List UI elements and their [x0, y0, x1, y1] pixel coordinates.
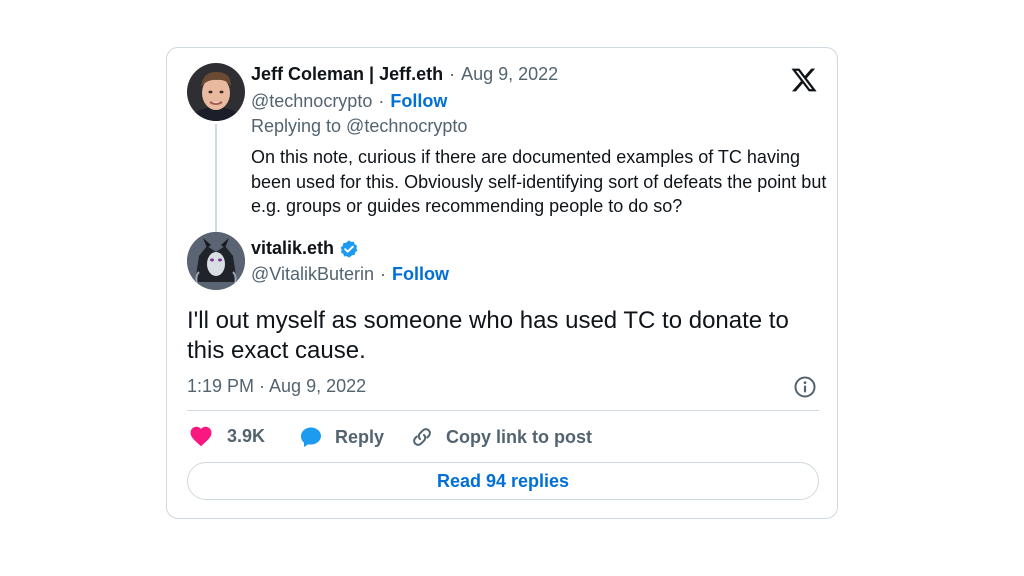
copy-link-label: Copy link to post — [446, 426, 592, 447]
separator-dot: · — [380, 264, 386, 284]
follow-main-author-link[interactable]: Follow — [392, 264, 449, 285]
copy-link-button[interactable]: Copy link to post — [410, 425, 592, 449]
reply-button[interactable]: Reply — [299, 425, 384, 449]
parent-tweet-header: Jeff Coleman | Jeff.eth · Aug 9, 2022 — [251, 64, 558, 85]
main-tweet-header: vitalik.eth — [251, 238, 359, 259]
replying-to-text: Replying to @technocrypto — [251, 116, 468, 136]
link-icon — [410, 425, 434, 449]
parent-tweet-text: On this note, curious if there are docum… — [251, 147, 827, 216]
read-replies-button[interactable]: Read 94 replies — [187, 462, 819, 500]
separator-dot: · — [449, 64, 456, 84]
reply-label: Reply — [335, 426, 385, 447]
heart-icon — [189, 425, 213, 447]
main-author-name[interactable]: vitalik.eth — [251, 238, 334, 259]
thread-connector-line — [215, 124, 217, 232]
x-logo-icon[interactable] — [790, 66, 818, 94]
main-tweet-text: I'll out myself as someone who has used … — [187, 307, 789, 364]
parent-author-avatar[interactable] — [187, 63, 245, 121]
parent-author-handle[interactable]: @technocrypto — [251, 91, 372, 112]
speech-bubble-icon — [299, 425, 323, 449]
like-button[interactable]: 3.9K — [189, 425, 265, 447]
parent-handle-row: @technocrypto · Follow — [251, 91, 447, 112]
main-author-avatar[interactable] — [187, 232, 245, 290]
main-author-handle[interactable]: @VitalikButerin — [251, 264, 374, 285]
follow-parent-author-link[interactable]: Follow — [390, 91, 447, 112]
tweet-timestamp[interactable]: 1:19 PM · Aug 9, 2022 — [187, 376, 366, 397]
parent-tweet-date[interactable]: Aug 9, 2022 — [461, 64, 558, 85]
main-handle-row: @VitalikButerin · Follow — [251, 264, 449, 285]
info-icon[interactable] — [793, 375, 817, 399]
parent-author-name[interactable]: Jeff Coleman | Jeff.eth — [251, 64, 443, 85]
like-count: 3.9K — [227, 425, 266, 446]
verified-badge-icon — [339, 239, 359, 259]
embedded-tweet-card: Jeff Coleman | Jeff.eth · Aug 9, 2022 @t… — [166, 47, 838, 519]
divider — [187, 410, 819, 411]
separator-dot: · — [378, 91, 385, 111]
